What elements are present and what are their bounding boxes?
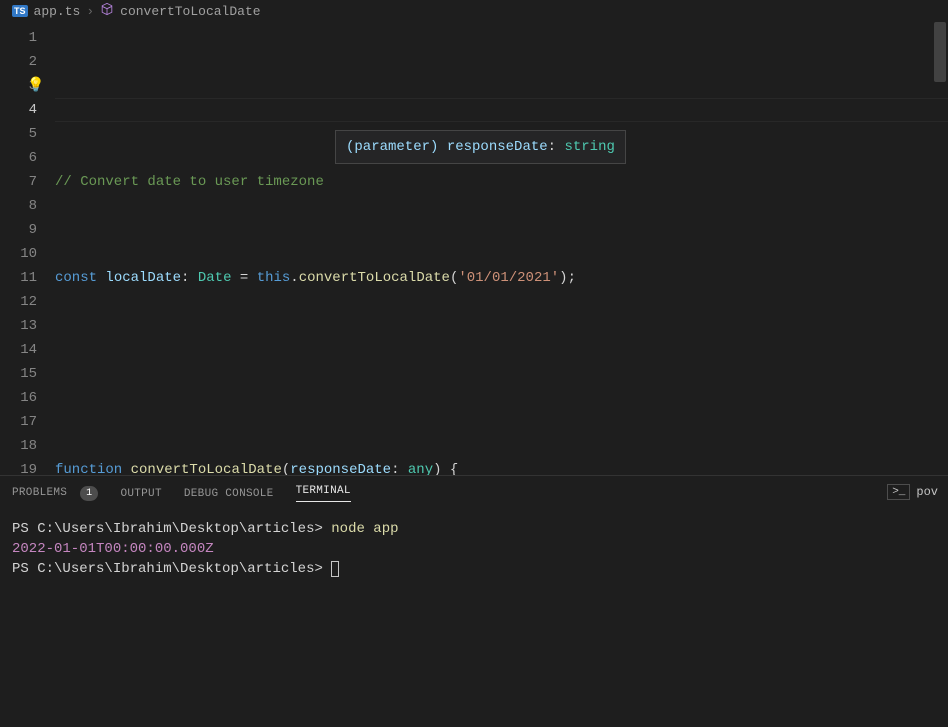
code-token: :: [181, 270, 198, 286]
code-token: localDate: [105, 270, 181, 286]
editor-scrollbar-thumb[interactable]: [934, 22, 946, 82]
lightbulb-icon[interactable]: 💡: [27, 74, 44, 98]
breadcrumb-separator: ›: [86, 4, 94, 19]
terminal-path: C:\Users\Ibrahim\Desktop\articles>: [37, 561, 331, 577]
tab-problems[interactable]: PROBLEMS 1: [12, 486, 98, 501]
terminal-cursor: [331, 561, 339, 577]
code-token: '01/01/2021': [458, 270, 559, 286]
breadcrumb-file[interactable]: app.ts: [34, 4, 81, 19]
problems-count-badge: 1: [80, 486, 98, 501]
method-icon: [100, 2, 114, 20]
terminal-output[interactable]: PS C:\Users\Ibrahim\Desktop\articles> no…: [0, 511, 948, 727]
typescript-file-icon: TS: [12, 5, 28, 17]
code-token: =: [231, 270, 256, 286]
hover-tooltip: (parameter) responseDate: string: [335, 130, 626, 164]
code-area[interactable]: 💡 // Convert date to user timezone const…: [55, 22, 948, 475]
breadcrumb-symbol[interactable]: convertToLocalDate: [120, 4, 260, 19]
panel-tabs: PROBLEMS 1 OUTPUT DEBUG CONSOLE TERMINAL…: [0, 476, 948, 511]
code-token: convertToLocalDate: [299, 270, 450, 286]
terminal-output-line: 2022-01-01T00:00:00.000Z: [12, 541, 214, 557]
code-token: ) {: [433, 462, 458, 475]
code-token: Date: [198, 270, 232, 286]
hover-type: string: [564, 139, 614, 155]
code-token: responseDate: [290, 462, 391, 475]
hover-prefix: (parameter): [346, 139, 447, 155]
code-token: const: [55, 270, 105, 286]
tab-problems-label: PROBLEMS: [12, 487, 67, 499]
tab-terminal[interactable]: TERMINAL: [296, 485, 351, 502]
code-token: (: [282, 462, 290, 475]
code-token: convertToLocalDate: [131, 462, 282, 475]
code-token: any: [408, 462, 433, 475]
code-token: .: [290, 270, 298, 286]
hover-name: responseDate: [447, 139, 548, 155]
code-token: );: [559, 270, 576, 286]
code-token: :: [391, 462, 408, 475]
code-token: function: [55, 462, 131, 475]
current-line-highlight: [55, 98, 948, 122]
tab-debug-console[interactable]: DEBUG CONSOLE: [184, 488, 274, 500]
terminal-profile-label[interactable]: pov: [916, 485, 938, 499]
bottom-panel: PROBLEMS 1 OUTPUT DEBUG CONSOLE TERMINAL…: [0, 475, 948, 727]
terminal-path: C:\Users\Ibrahim\Desktop\articles>: [37, 521, 331, 537]
terminal-prompt: PS: [12, 521, 37, 537]
terminal-command: node app: [331, 521, 398, 537]
tab-output[interactable]: OUTPUT: [120, 488, 161, 500]
terminal-profile-icon[interactable]: >_: [887, 484, 910, 500]
hover-sep: :: [548, 139, 565, 155]
code-token: // Convert date to user timezone: [55, 174, 324, 190]
code-editor[interactable]: 123 456 789 101112 131415 161718 19 💡 //…: [0, 22, 948, 475]
terminal-prompt: PS: [12, 561, 37, 577]
panel-actions: >_ pov: [887, 484, 938, 500]
code-token: this: [257, 270, 291, 286]
breadcrumb: TS app.ts › convertToLocalDate: [0, 0, 948, 22]
